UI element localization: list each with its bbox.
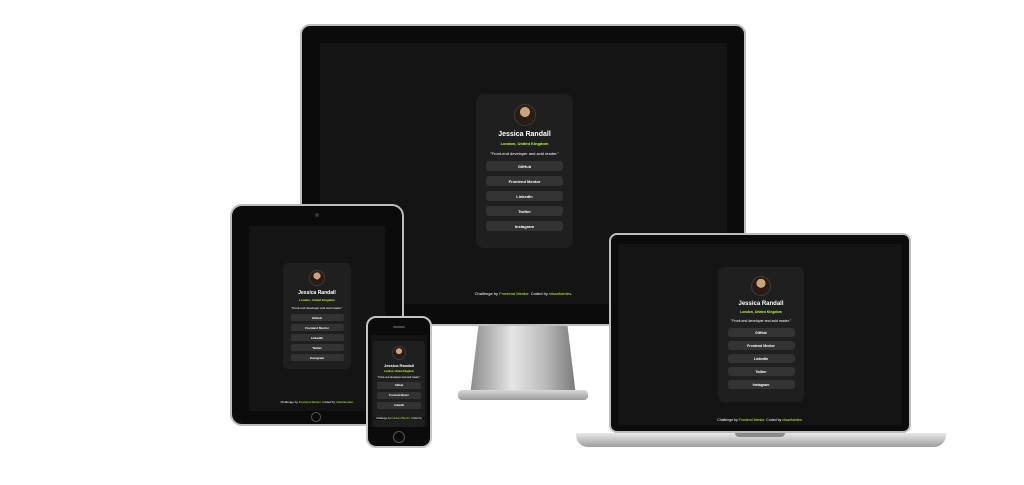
footer-middle: . Coded by bbox=[528, 291, 549, 296]
frontend-mentor-button[interactable]: Frontend Mentor bbox=[727, 341, 795, 350]
profile-card: Jessica Randall London, United Kingdom "… bbox=[476, 94, 573, 248]
profile-location: London, United Kingdom bbox=[500, 141, 549, 146]
profile-bio: "Front-end developer and avid reader." bbox=[490, 151, 559, 156]
laptop-notch bbox=[735, 433, 785, 437]
github-button[interactable]: GitHub bbox=[727, 328, 795, 337]
attribution-footer: Challenge by Frontend Mentor. Coded by bbox=[371, 417, 427, 420]
author-link[interactable]: rdsanfuertes bbox=[336, 400, 353, 404]
github-button[interactable]: GitHub bbox=[290, 314, 344, 321]
profile-bio: "Front-end developer and avid reader." bbox=[291, 306, 343, 310]
frontend-mentor-button[interactable]: Frontend Mentor bbox=[486, 176, 563, 186]
linkedin-button[interactable]: LinkedIn bbox=[727, 354, 795, 363]
profile-name: Jessica Randall bbox=[498, 131, 551, 138]
laptop-screen: Jessica Randall London, United Kingdom "… bbox=[618, 244, 902, 425]
footer-prefix: Challenge by bbox=[376, 417, 392, 420]
footer-middle: . Coded by bbox=[320, 400, 337, 404]
avatar bbox=[751, 276, 771, 296]
tablet-screen: Jessica Randall London, United Kingdom "… bbox=[249, 226, 385, 411]
linkedin-button[interactable]: LinkedIn bbox=[486, 191, 563, 201]
author-link[interactable]: rdsanfuertes bbox=[549, 291, 571, 296]
footer-prefix: Challenge by bbox=[280, 400, 299, 404]
github-button[interactable]: GitHub bbox=[377, 382, 421, 389]
profile-card: Jessica Randall London, United Kingdom "… bbox=[718, 267, 804, 402]
instagram-button[interactable]: Instagram bbox=[486, 221, 563, 231]
footer-suffix: . bbox=[571, 291, 573, 296]
footer-suffix: . bbox=[352, 400, 354, 404]
challenge-link[interactable]: Frontend Mentor bbox=[299, 400, 321, 404]
phone-speaker bbox=[393, 326, 405, 328]
avatar bbox=[513, 104, 536, 126]
profile-card: Jessica Randall London, United Kingdom "… bbox=[283, 263, 351, 369]
tablet-home-button bbox=[311, 412, 321, 422]
profile-location: London, United Kingdom bbox=[299, 298, 335, 302]
avatar bbox=[392, 346, 406, 360]
twitter-button[interactable]: Twitter bbox=[290, 344, 344, 351]
avatar bbox=[309, 270, 325, 286]
profile-card: Jessica Randall London, United Kingdom "… bbox=[373, 341, 425, 427]
twitter-button[interactable]: Twitter bbox=[727, 367, 795, 376]
footer-prefix: Challenge by bbox=[717, 418, 739, 422]
frontend-mentor-button[interactable]: Frontend Mentor bbox=[377, 392, 421, 399]
profile-name: Jessica Randall bbox=[383, 363, 415, 368]
twitter-button[interactable]: Twitter bbox=[486, 206, 563, 216]
profile-location: London, United Kingdom bbox=[384, 370, 414, 373]
challenge-link[interactable]: Frontend Mentor bbox=[391, 417, 409, 420]
monitor-stand bbox=[470, 326, 576, 396]
challenge-link[interactable]: Frontend Mentor bbox=[499, 291, 528, 296]
tablet-camera bbox=[315, 213, 319, 217]
profile-name: Jessica Randall bbox=[298, 290, 336, 296]
challenge-link[interactable]: Frontend Mentor bbox=[739, 418, 765, 422]
instagram-button[interactable]: Instagram bbox=[727, 380, 795, 389]
github-button[interactable]: GitHub bbox=[486, 161, 563, 171]
attribution-footer: Challenge by Frontend Mentor. Coded by r… bbox=[618, 418, 902, 422]
linkedin-button[interactable]: LinkedIn bbox=[377, 402, 421, 409]
profile-location: London, United Kingdom bbox=[740, 310, 782, 314]
attribution-footer: Challenge by Frontend Mentor. Coded by r… bbox=[249, 400, 385, 404]
profile-name: Jessica Randall bbox=[738, 301, 784, 307]
frontend-mentor-button[interactable]: Frontend Mentor bbox=[290, 324, 344, 331]
monitor-stand-foot bbox=[458, 390, 588, 400]
author-link[interactable]: rdsanfuertes bbox=[782, 418, 801, 422]
phone-screen: Jessica Randall London, United Kingdom "… bbox=[371, 335, 427, 427]
footer-suffix: . bbox=[801, 418, 803, 422]
instagram-button[interactable]: Instagram bbox=[290, 354, 344, 361]
phone-home-button bbox=[393, 431, 405, 443]
profile-bio: "Front-end developer and avid reader." bbox=[730, 319, 792, 323]
footer-middle: . Coded by bbox=[409, 417, 422, 420]
profile-bio: "Front-end developer and avid reader." bbox=[377, 376, 421, 379]
footer-middle: . Coded by bbox=[764, 418, 783, 422]
footer-prefix: Challenge by bbox=[474, 291, 500, 296]
linkedin-button[interactable]: LinkedIn bbox=[290, 334, 344, 341]
